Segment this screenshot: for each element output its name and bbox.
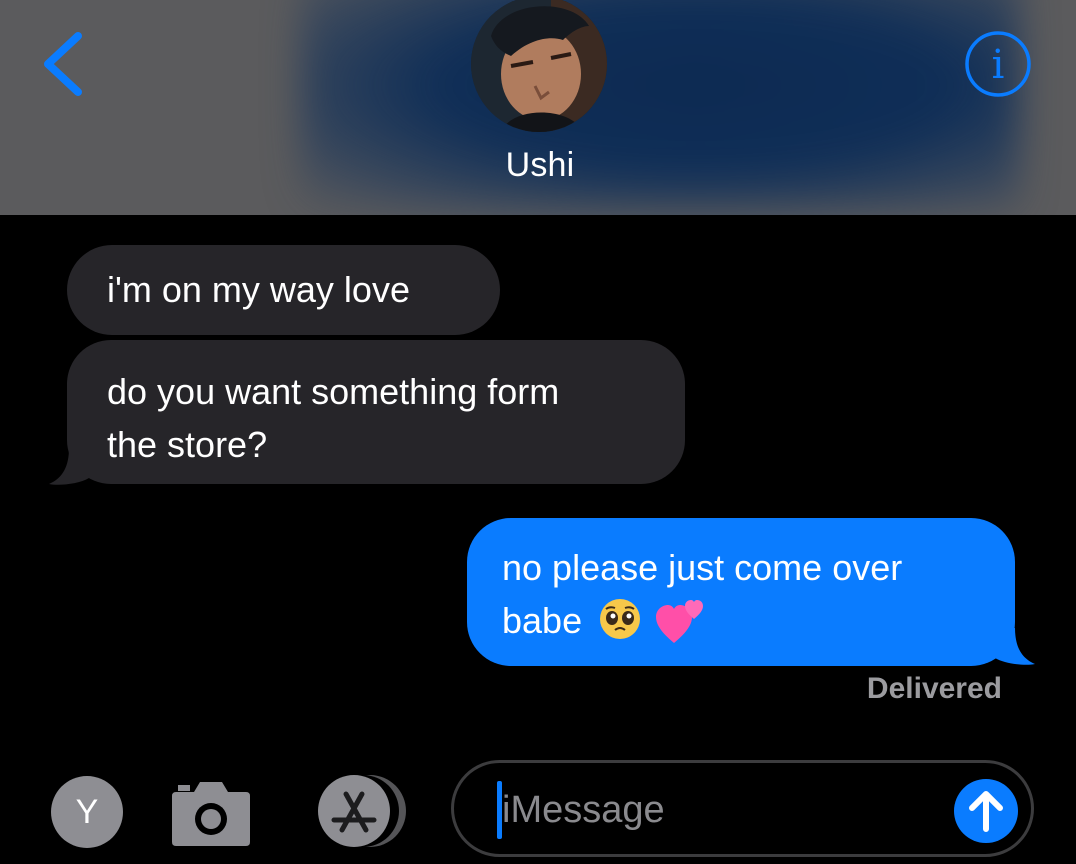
message-text-line: no please just come over — [502, 547, 903, 588]
message-text: i'm on my way love — [107, 269, 410, 310]
app-store-icon — [318, 775, 406, 847]
message-text-line: the store? — [107, 424, 268, 465]
camera-icon — [172, 782, 250, 846]
chevron-left-icon — [44, 32, 82, 96]
back-button[interactable] — [36, 28, 96, 100]
bubble-tail — [49, 448, 89, 485]
incoming-message-bubble[interactable]: do you want something form the store? — [49, 340, 685, 485]
conversation-header: Ushi i — [0, 0, 1076, 215]
message-text: babe — [502, 600, 583, 641]
outgoing-message-bubble[interactable]: no please just come over babe — [467, 518, 1035, 666]
bubble-tail — [995, 628, 1035, 665]
send-button[interactable] — [954, 779, 1018, 843]
camera-button[interactable] — [170, 776, 252, 848]
header-blur-background — [300, 0, 1020, 210]
message-text-line: babe — [502, 594, 995, 647]
app-store-button[interactable] — [308, 772, 410, 850]
delivery-status: Delivered — [866, 672, 1002, 705]
avatar-initial: Y — [75, 793, 99, 831]
info-icon: i — [965, 31, 1031, 97]
message-input-placeholder: iMessage — [502, 789, 665, 831]
svg-text:i: i — [992, 42, 1005, 88]
pleading-face-emoji — [600, 599, 641, 639]
memoji-avatar-button[interactable]: Y — [51, 776, 123, 848]
two-hearts-emoji — [656, 600, 704, 643]
contact-avatar[interactable] — [471, 0, 607, 132]
arrow-up-icon — [969, 791, 1003, 832]
message-input[interactable]: iMessage — [451, 760, 1034, 857]
avatar-image — [471, 0, 607, 132]
info-button[interactable]: i — [964, 30, 1032, 98]
message-text-line: do you want something form — [107, 371, 560, 412]
contact-name[interactable]: Ushi — [440, 146, 640, 185]
incoming-message-bubble[interactable]: i'm on my way love — [67, 245, 500, 335]
